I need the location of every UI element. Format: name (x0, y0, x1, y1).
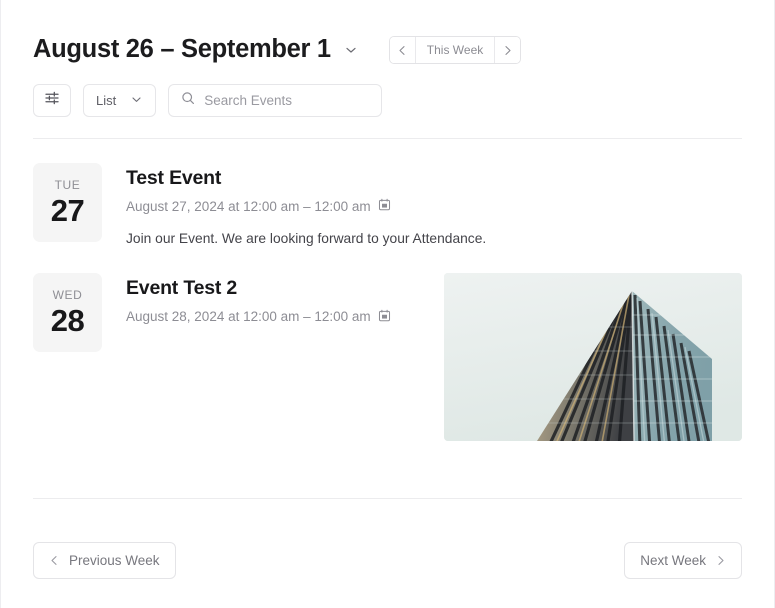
previous-week-label: Previous Week (69, 553, 160, 568)
calendar-icon (378, 198, 391, 215)
event-datetime: August 28, 2024 at 12:00 am – 12:00 am (126, 309, 371, 325)
event-description: Join our Event. We are looking forward t… (126, 230, 487, 246)
calendar-header: August 26 – September 1 This Week (33, 0, 742, 66)
page-content: August 26 – September 1 This Week List S… (33, 0, 742, 608)
date-dow: TUE (54, 178, 81, 192)
event-body: Event Test 2 August 28, 2024 at 12:00 am… (126, 273, 420, 326)
search-icon (181, 91, 195, 110)
event-title[interactable]: Event Test 2 (126, 277, 420, 299)
event-row[interactable]: WED 28 Event Test 2 August 28, 2024 at 1… (33, 273, 742, 442)
page-title: August 26 – September 1 (33, 35, 331, 64)
sliders-icon (44, 90, 60, 111)
filter-button[interactable] (33, 84, 71, 117)
chevron-left-icon (49, 555, 60, 566)
event-row[interactable]: TUE 27 Test Event August 27, 2024 at 12:… (33, 163, 742, 248)
previous-week-button[interactable]: Previous Week (33, 542, 176, 579)
event-body: Test Event August 27, 2024 at 12:00 am –… (126, 163, 742, 248)
date-badge: TUE 27 (33, 163, 102, 242)
next-week-button[interactable]: Next Week (624, 542, 742, 579)
event-image[interactable] (444, 273, 742, 442)
event-datetime: August 27, 2024 at 12:00 am – 12:00 am (126, 198, 371, 214)
footer-divider (33, 498, 742, 499)
date-day: 27 (50, 193, 85, 228)
next-week-label: Next Week (640, 553, 706, 568)
week-nav-group: This Week (388, 36, 522, 64)
chevron-down-icon (130, 93, 143, 109)
view-select[interactable]: List (83, 84, 157, 117)
date-day: 28 (50, 303, 85, 339)
events-list: TUE 27 Test Event August 27, 2024 at 12:… (33, 163, 742, 442)
date-dow: WED (52, 288, 83, 303)
pagination-footer: Previous Week Next Week (33, 542, 742, 579)
event-meta: August 27, 2024 at 12:00 am – 12:00 am (126, 198, 742, 215)
calendar-icon (378, 309, 391, 326)
this-week-button[interactable]: This Week (414, 37, 496, 63)
toolbar-divider (33, 138, 742, 139)
event-title[interactable]: Test Event (126, 167, 742, 189)
event-meta: August 28, 2024 at 12:00 am – 12:00 am (126, 309, 420, 326)
chevron-right-icon[interactable] (495, 37, 521, 63)
chevron-right-icon (715, 555, 726, 566)
view-select-value: List (96, 93, 117, 108)
events-calendar-page: August 26 – September 1 This Week List S… (0, 0, 775, 608)
events-toolbar: List (33, 84, 742, 117)
search-events-box[interactable] (168, 84, 383, 117)
search-input[interactable] (204, 93, 370, 108)
chevron-down-icon[interactable] (341, 40, 361, 60)
date-badge: WED 28 (33, 273, 102, 353)
chevron-left-icon[interactable] (389, 37, 415, 63)
